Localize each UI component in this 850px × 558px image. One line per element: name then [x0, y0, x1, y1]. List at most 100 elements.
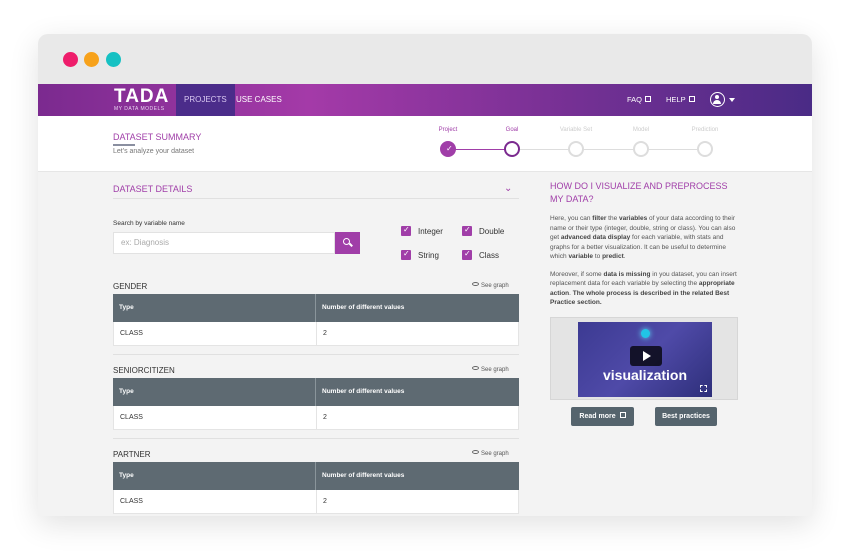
video-container: visualization — [550, 317, 738, 400]
page-title: DATASET SUMMARY — [113, 132, 202, 142]
search-input[interactable]: ex: Diagnosis — [113, 232, 335, 254]
help-title: HOW DO I VISUALIZE AND PREPROCESS MY DAT… — [550, 181, 728, 204]
external-link-icon — [645, 96, 652, 103]
cell-type: CLASS — [114, 406, 317, 429]
column-header-type: Type — [113, 294, 316, 322]
cell-count: 2 — [323, 330, 327, 337]
chevron-down-icon[interactable] — [729, 98, 735, 102]
variable-name: SENIORCITIZEN — [113, 366, 175, 375]
table-row: CLASS 2 — [113, 322, 519, 346]
column-header-count: Number of different values — [322, 472, 405, 479]
check-icon: ✓ — [446, 144, 453, 153]
variable-name: PARTNER — [113, 450, 151, 459]
step-label-model: Model — [632, 127, 650, 133]
cell-count: 2 — [323, 498, 327, 505]
see-graph-link[interactable]: See graph — [472, 450, 509, 457]
check-icon: ✓ — [464, 249, 471, 258]
table-header: Type Number of different values — [113, 294, 519, 322]
see-graph-label: See graph — [481, 367, 509, 373]
close-window-dot[interactable] — [63, 52, 78, 67]
section-divider — [113, 354, 519, 355]
filter-string-checkbox[interactable]: ✓ — [401, 249, 411, 260]
help-paragraph: Moreover, if some data is missing in you… — [550, 270, 737, 307]
read-more-button[interactable]: Read more — [571, 407, 634, 426]
step-project[interactable]: ✓ — [440, 141, 456, 157]
stepper-line — [448, 149, 512, 150]
cell-count: 2 — [323, 414, 327, 421]
column-header-type: Type — [113, 378, 316, 406]
step-label-variable-set: Variable Set — [559, 127, 593, 133]
table-header: Type Number of different values — [113, 462, 519, 490]
step-variable-set[interactable] — [568, 141, 584, 157]
nav-use-cases[interactable]: USE CASES — [228, 84, 290, 116]
variable-table: Type Number of different values CLASS 2 — [113, 294, 519, 346]
cell-type: CLASS — [114, 490, 317, 513]
read-more-label: Read more — [579, 413, 616, 420]
step-model[interactable] — [633, 141, 649, 157]
search-button[interactable] — [335, 232, 360, 254]
chevron-down-icon[interactable]: ⌄ — [504, 183, 512, 194]
variable-name: GENDER — [113, 282, 148, 291]
column-header-count: Number of different values — [322, 304, 405, 311]
see-graph-label: See graph — [481, 451, 509, 457]
best-practices-button[interactable]: Best practices — [655, 407, 717, 426]
filter-class-label: Class — [479, 251, 500, 260]
top-navbar: TADA MY DATA MODELS PROJECTS USE CASES F… — [38, 84, 812, 116]
nav-help-link[interactable]: HELP — [666, 84, 695, 116]
eye-icon — [472, 366, 479, 371]
filter-integer-checkbox[interactable]: ✓ — [401, 225, 411, 236]
step-label-prediction: Prediction — [691, 127, 719, 133]
window-chrome — [38, 34, 812, 84]
play-icon[interactable] — [630, 346, 662, 366]
cell-type: CLASS — [114, 322, 317, 345]
see-graph-link[interactable]: See graph — [472, 282, 509, 289]
eye-icon — [472, 450, 479, 455]
user-avatar-icon[interactable] — [710, 92, 725, 107]
minimize-window-dot[interactable] — [84, 52, 99, 67]
eye-icon — [472, 282, 479, 287]
external-link-icon — [619, 412, 626, 419]
tada-logo[interactable]: TADA — [114, 87, 169, 106]
title-underline — [113, 144, 135, 146]
glow-dot-icon — [641, 329, 650, 338]
table-row: CLASS 2 — [113, 490, 519, 514]
variable-table: Type Number of different values CLASS 2 — [113, 462, 519, 514]
step-goal[interactable] — [504, 141, 520, 157]
video-player[interactable]: visualization — [578, 322, 712, 397]
page-subtitle: Let's analyze your dataset — [113, 148, 195, 155]
see-graph-label: See graph — [481, 283, 509, 289]
search-label: Search by variable name — [113, 220, 185, 227]
variable-table: Type Number of different values CLASS 2 — [113, 378, 519, 430]
filter-string-label: String — [418, 251, 439, 260]
nav-projects[interactable]: PROJECTS — [176, 84, 235, 116]
step-label-goal: Goal — [505, 127, 519, 133]
section-divider — [113, 198, 519, 199]
table-row: CLASS 2 — [113, 406, 519, 430]
step-label-project: Project — [438, 127, 458, 133]
check-icon: ✓ — [403, 249, 410, 258]
stepper-line — [576, 149, 641, 150]
filter-class-checkbox[interactable]: ✓ — [462, 249, 472, 260]
stepper-line — [512, 149, 576, 150]
dataset-summary-header: DATASET SUMMARY Let's analyze your datas… — [38, 116, 812, 172]
logo-tagline: MY DATA MODELS — [114, 106, 165, 112]
dataset-details-title[interactable]: DATASET DETAILS — [113, 184, 192, 194]
help-paragraph: Here, you can filter the variables of yo… — [550, 215, 736, 260]
filter-double-checkbox[interactable]: ✓ — [462, 225, 472, 236]
fullscreen-icon[interactable] — [700, 385, 707, 392]
stepper-line — [641, 149, 705, 150]
step-prediction[interactable] — [697, 141, 713, 157]
nav-faq-link[interactable]: FAQ — [627, 84, 652, 116]
external-link-icon — [688, 96, 695, 103]
see-graph-link[interactable]: See graph — [472, 366, 509, 373]
maximize-window-dot[interactable] — [106, 52, 121, 67]
search-icon — [343, 238, 350, 245]
filter-integer-label: Integer — [418, 227, 443, 236]
check-icon: ✓ — [464, 225, 471, 234]
help-panel: HOW DO I VISUALIZE AND PREPROCESS MY DAT… — [550, 180, 740, 308]
faq-label: FAQ — [627, 95, 643, 104]
check-icon: ✓ — [403, 225, 410, 234]
table-header: Type Number of different values — [113, 378, 519, 406]
filter-double-label: Double — [479, 227, 505, 236]
video-caption: visualization — [602, 367, 688, 383]
